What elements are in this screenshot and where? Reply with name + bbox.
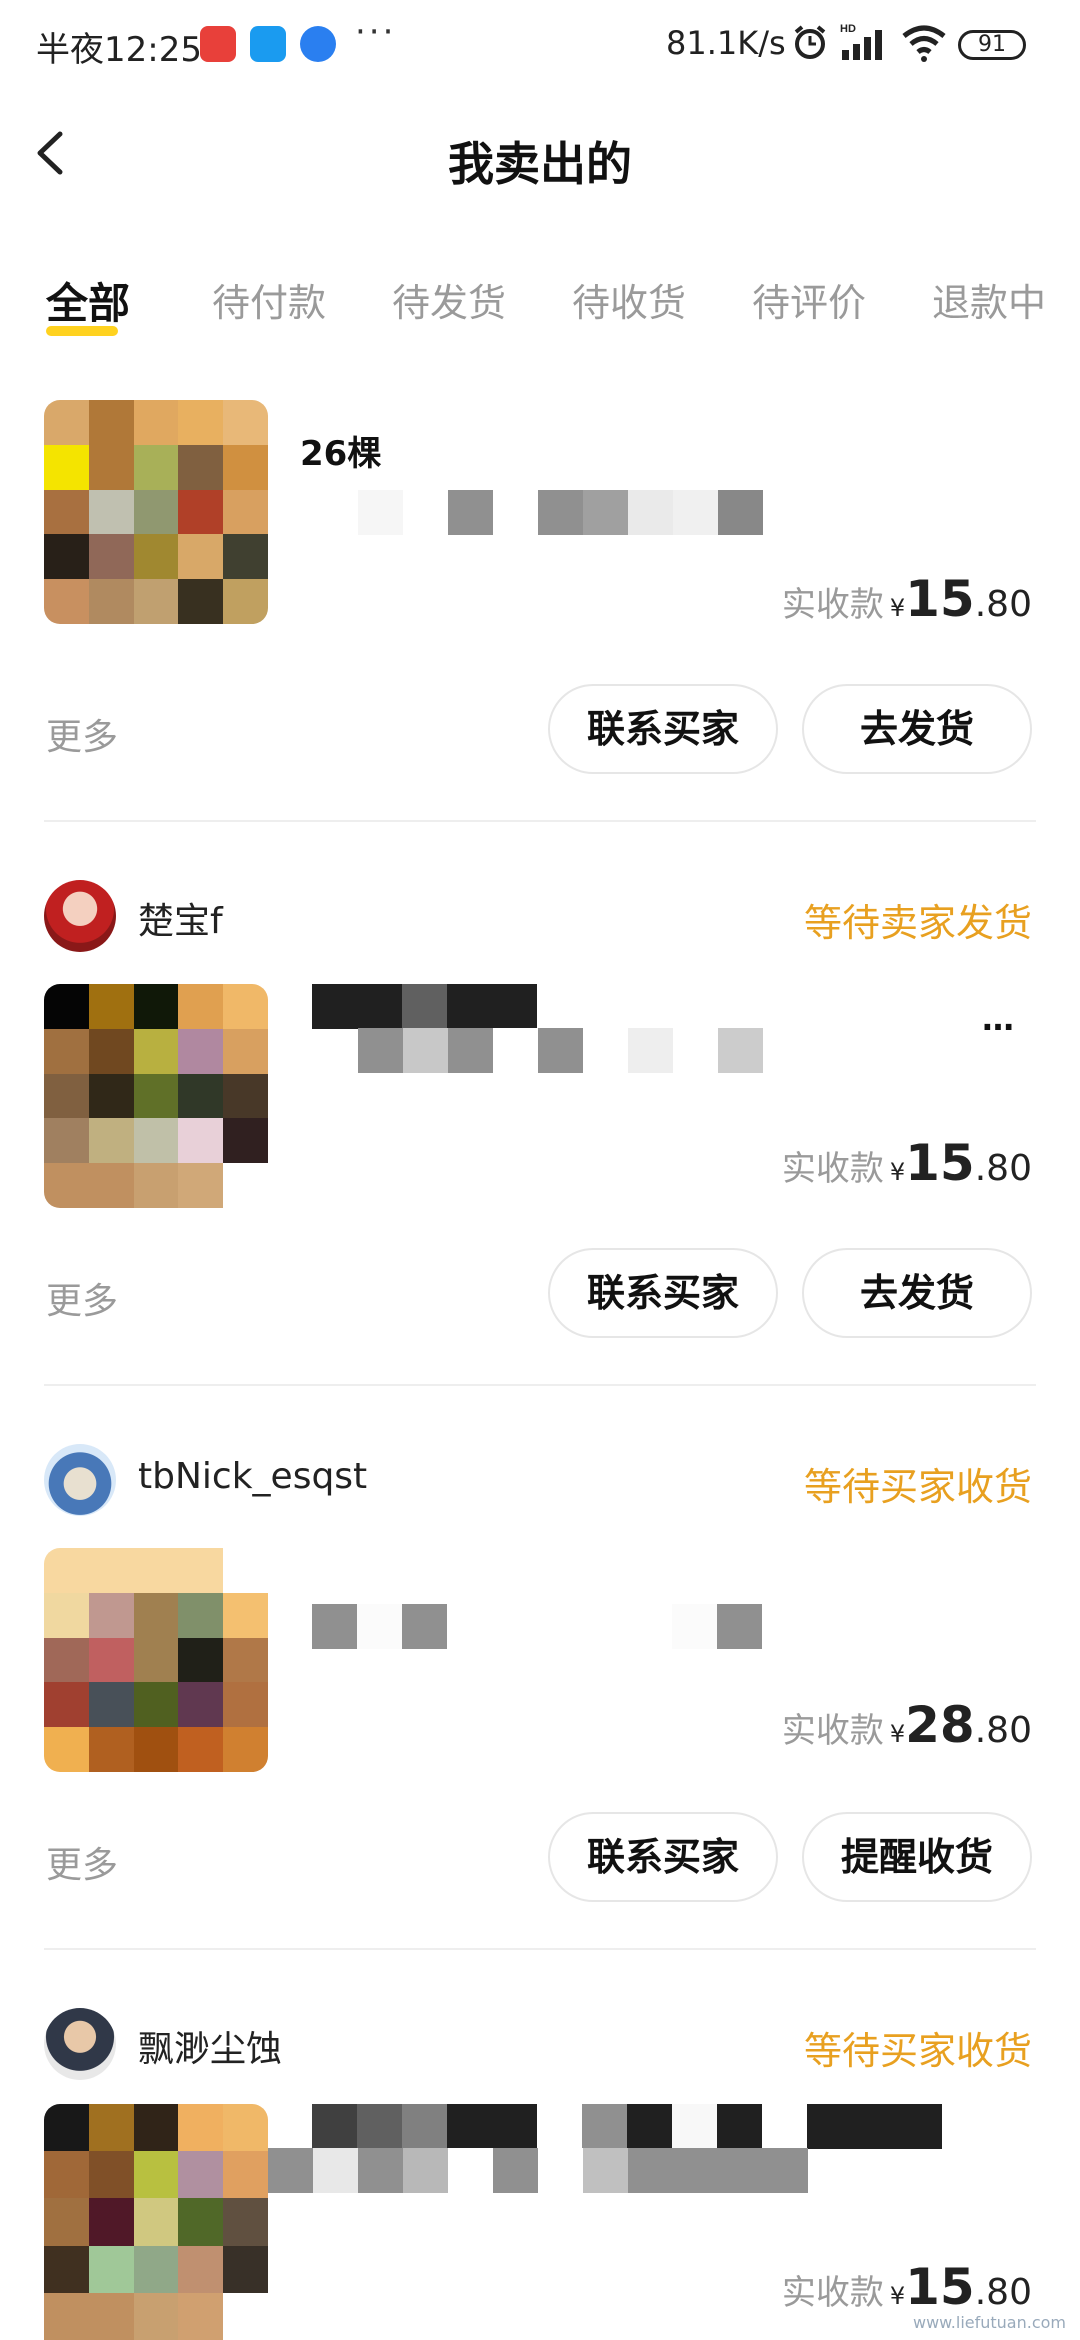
network-speed: 81.1K/s bbox=[666, 24, 786, 62]
watermark: www.liefutuan.com bbox=[913, 2313, 1066, 2332]
alarm-icon bbox=[794, 25, 826, 59]
product-title bbox=[312, 1604, 762, 1649]
status-bar: 半夜12:25 ··· 81.1K/s HD 91 bbox=[0, 0, 1080, 90]
product-title bbox=[312, 984, 537, 1029]
order-price: 实收款 ¥15.80 bbox=[781, 570, 1032, 628]
product-title bbox=[312, 2104, 942, 2149]
order-price: 实收款 ¥28.80 bbox=[781, 1696, 1032, 1754]
avatar[interactable] bbox=[44, 880, 116, 952]
more-link[interactable]: 更多 bbox=[46, 708, 118, 760]
tab-refunding[interactable]: 退款中 bbox=[932, 272, 1046, 327]
tab-pending-shipment[interactable]: 待发货 bbox=[392, 272, 506, 327]
order-status: 等待卖家发货 bbox=[803, 901, 1032, 945]
order-status: 等待买家收货 bbox=[803, 1465, 1032, 1509]
product-title: 26棵 bbox=[300, 434, 382, 474]
browser-icon bbox=[300, 26, 336, 62]
remind-receipt-button[interactable]: 提醒收货 bbox=[802, 1812, 1032, 1902]
divider bbox=[44, 1948, 1036, 1950]
battery-indicator: 91 bbox=[958, 30, 1026, 60]
alipay-icon bbox=[250, 26, 286, 62]
contact-buyer-button[interactable]: 联系买家 bbox=[548, 684, 778, 774]
buyer-name[interactable]: tbNick_esqst bbox=[138, 1456, 367, 1497]
svg-text:HD: HD bbox=[840, 23, 856, 35]
more-link[interactable]: 更多 bbox=[46, 1272, 118, 1324]
contact-buyer-button[interactable]: 联系买家 bbox=[548, 1812, 778, 1902]
product-image[interactable] bbox=[44, 984, 268, 1208]
product-spec bbox=[358, 490, 763, 535]
wifi-icon bbox=[902, 25, 946, 62]
contact-buyer-button[interactable]: 联系买家 bbox=[548, 1248, 778, 1338]
ship-button[interactable]: 去发货 bbox=[802, 1248, 1032, 1338]
ship-button[interactable]: 去发货 bbox=[802, 684, 1032, 774]
buyer-name[interactable]: 飘渺尘蚀 bbox=[138, 2020, 282, 2072]
status-time: 半夜12:25 bbox=[36, 30, 202, 70]
divider bbox=[44, 1384, 1036, 1386]
more-notifications-icon: ··· bbox=[355, 12, 397, 52]
news-app-icon bbox=[200, 26, 236, 62]
divider bbox=[44, 820, 1036, 822]
order-price: 实收款 ¥15.80 bbox=[781, 2258, 1032, 2316]
buyer-name[interactable]: 楚宝f bbox=[138, 892, 223, 944]
tab-pending-receipt[interactable]: 待收货 bbox=[572, 272, 686, 327]
order-status: 等待买家收货 bbox=[803, 2029, 1032, 2073]
product-spec bbox=[268, 2148, 808, 2193]
product-image[interactable] bbox=[44, 2104, 268, 2340]
page-title: 我卖出的 bbox=[448, 137, 632, 191]
more-link[interactable]: 更多 bbox=[46, 1836, 118, 1888]
product-spec bbox=[358, 1028, 763, 1073]
avatar[interactable] bbox=[44, 1444, 116, 1516]
tab-pending-payment[interactable]: 待付款 bbox=[212, 272, 326, 327]
active-tab-indicator bbox=[46, 326, 118, 336]
product-image[interactable] bbox=[44, 1548, 268, 1772]
tab-pending-review[interactable]: 待评价 bbox=[752, 272, 866, 327]
product-image[interactable] bbox=[44, 400, 268, 624]
avatar[interactable] bbox=[44, 2008, 116, 2080]
title-ellipsis: … bbox=[982, 1000, 1014, 1038]
signal-icon: HD bbox=[840, 23, 882, 60]
order-price: 实收款 ¥15.80 bbox=[781, 1134, 1032, 1192]
tab-all[interactable]: 全部 bbox=[46, 270, 130, 331]
